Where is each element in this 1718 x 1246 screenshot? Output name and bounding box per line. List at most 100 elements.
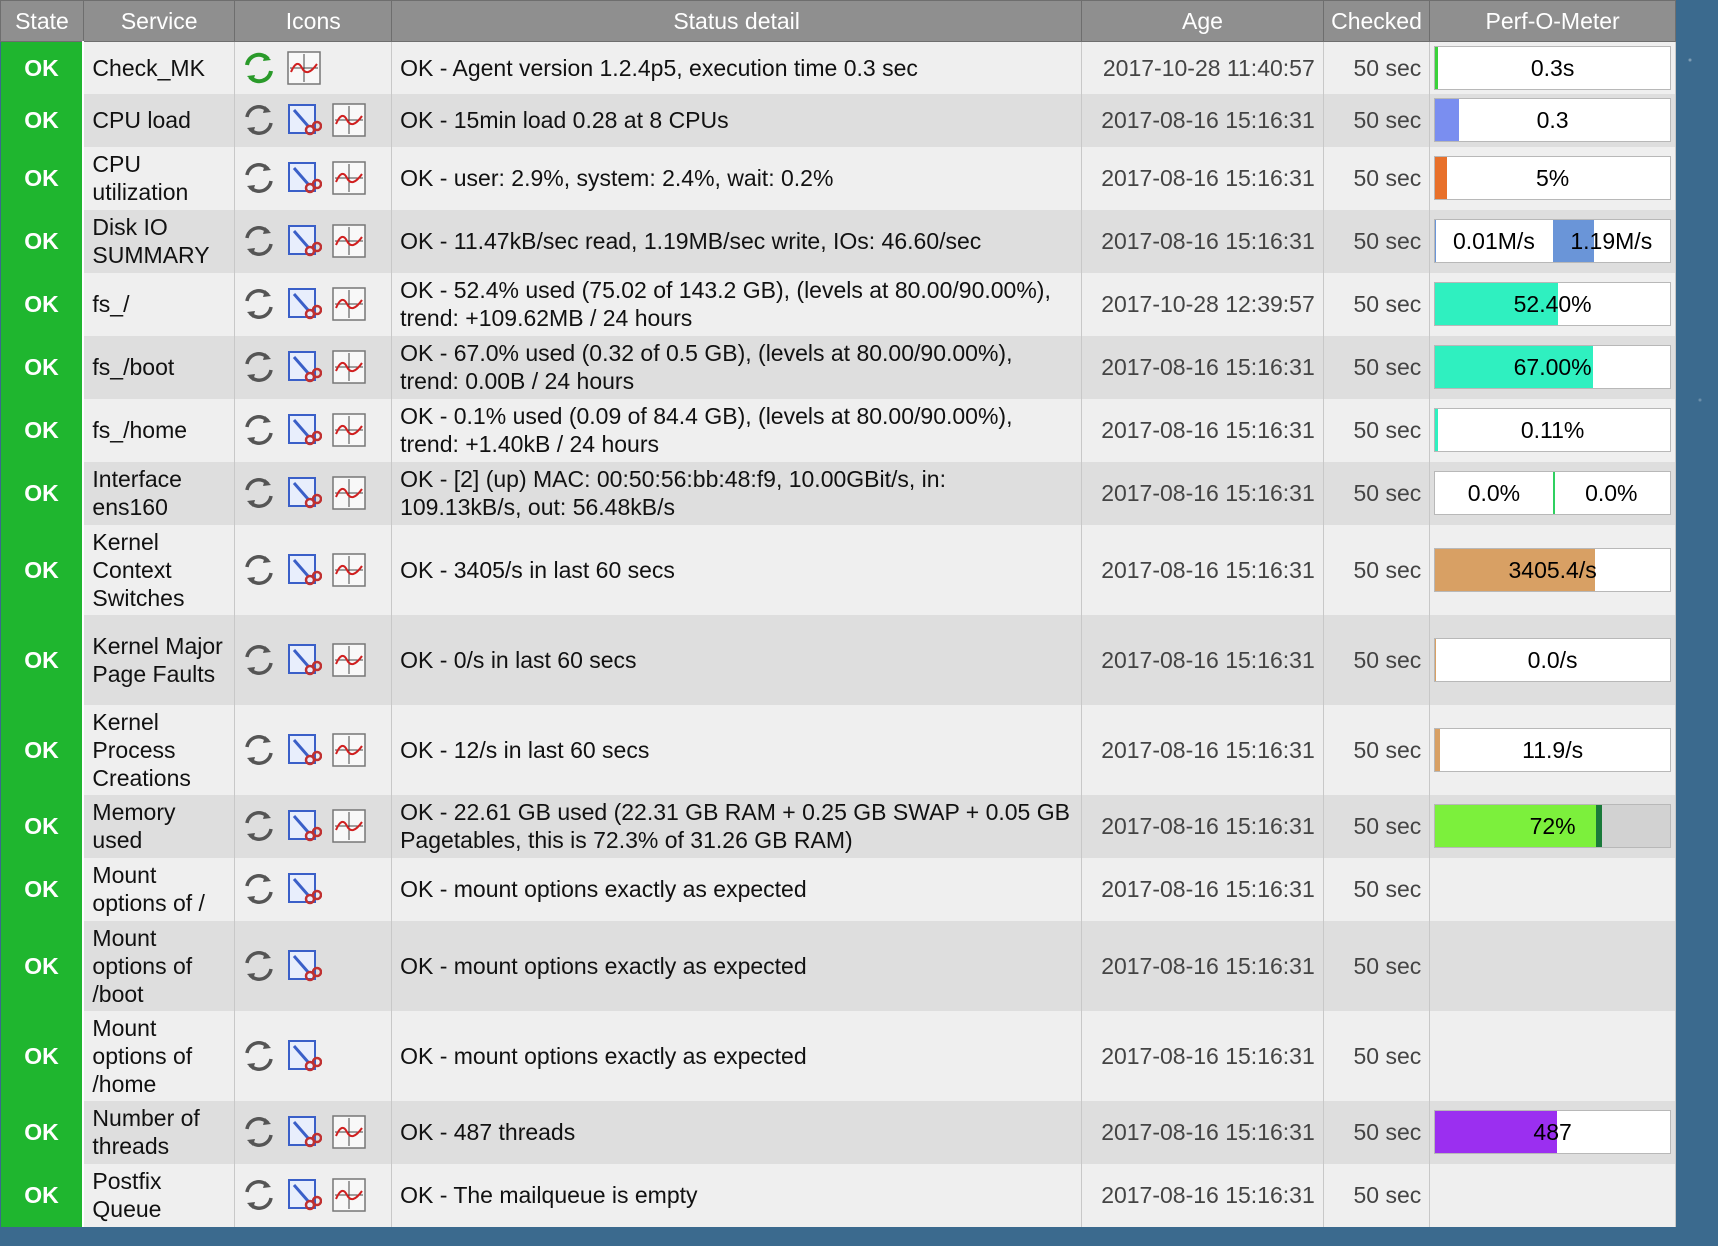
col-header-checked[interactable]: Checked bbox=[1322, 0, 1431, 42]
edit-rule-icon[interactable] bbox=[286, 286, 323, 322]
service-name-link[interactable]: Memory used bbox=[83, 794, 236, 858]
service-name-link[interactable]: Mount options of /boot bbox=[83, 920, 236, 1011]
perf-o-meter-bar[interactable]: 72% bbox=[1434, 804, 1671, 848]
perf-o-meter-bar[interactable]: 487 bbox=[1434, 1110, 1671, 1154]
service-name-link[interactable]: fs_/home bbox=[83, 398, 236, 462]
graph-icon[interactable] bbox=[331, 732, 367, 768]
reschedule-icon[interactable] bbox=[241, 102, 277, 138]
perf-o-meter-value: 0.3 bbox=[1536, 107, 1569, 133]
graph-icon[interactable] bbox=[331, 412, 367, 448]
graph-icon[interactable] bbox=[331, 808, 367, 844]
service-name-link[interactable]: Number of threads bbox=[83, 1100, 236, 1164]
perf-o-meter-value: 487 bbox=[1533, 1119, 1572, 1145]
reschedule-icon[interactable] bbox=[241, 160, 277, 196]
col-header-status-detail[interactable]: Status detail bbox=[391, 0, 1083, 42]
table-row: OK CPU utilization OK - user: 2.9%, system… bbox=[0, 146, 1676, 210]
perf-o-meter-cell: 0.11% bbox=[1429, 398, 1676, 462]
reschedule-icon[interactable] bbox=[241, 552, 277, 588]
graph-icon[interactable] bbox=[331, 160, 367, 196]
perf-o-meter-cell: 67.00% bbox=[1429, 335, 1676, 399]
reschedule-icon[interactable] bbox=[241, 412, 277, 448]
service-name-link[interactable]: Kernel Process Creations bbox=[83, 704, 236, 795]
reschedule-icon[interactable] bbox=[241, 1177, 277, 1213]
status-detail: OK - mount options exactly as expected bbox=[391, 1010, 1083, 1101]
graph-icon[interactable] bbox=[331, 642, 367, 678]
graph-icon[interactable] bbox=[331, 286, 367, 322]
service-name-link[interactable]: Mount options of / bbox=[83, 857, 236, 921]
graph-icon[interactable] bbox=[331, 552, 367, 588]
edit-rule-icon[interactable] bbox=[286, 475, 323, 511]
reschedule-icon[interactable] bbox=[241, 732, 277, 768]
graph-icon[interactable] bbox=[331, 475, 367, 511]
service-name-link[interactable]: Postfix Queue bbox=[83, 1163, 236, 1227]
service-name-link[interactable]: fs_/ bbox=[83, 272, 236, 336]
edit-rule-icon[interactable] bbox=[286, 808, 323, 844]
reschedule-icon[interactable] bbox=[241, 286, 277, 322]
service-name-link[interactable]: Interface ens160 bbox=[83, 461, 236, 525]
perf-o-meter-dual[interactable]: 0.01M/s 1.19M/s bbox=[1434, 219, 1671, 263]
edit-rule-icon[interactable] bbox=[286, 871, 323, 907]
perf-o-meter-dual[interactable]: 0.0% 0.0% bbox=[1434, 471, 1671, 515]
reschedule-icon[interactable] bbox=[241, 349, 277, 385]
service-name-link[interactable]: CPU utilization bbox=[83, 146, 236, 210]
service-name-link[interactable]: Kernel Context Switches bbox=[83, 524, 236, 615]
edit-rule-icon[interactable] bbox=[286, 1038, 323, 1074]
service-name-link[interactable]: fs_/boot bbox=[83, 335, 236, 399]
perf-o-meter-cell: 72% bbox=[1429, 794, 1676, 858]
col-header-service[interactable]: Service bbox=[82, 0, 236, 42]
edit-rule-icon[interactable] bbox=[286, 1114, 323, 1150]
service-icons bbox=[234, 857, 393, 921]
service-name-link[interactable]: Kernel Major Page Faults bbox=[83, 614, 236, 705]
edit-rule-icon[interactable] bbox=[286, 349, 323, 385]
graph-icon[interactable] bbox=[331, 349, 367, 385]
graph-icon[interactable] bbox=[331, 1114, 367, 1150]
edit-rule-icon[interactable] bbox=[286, 948, 323, 984]
reschedule-icon[interactable] bbox=[241, 223, 277, 259]
graph-icon[interactable] bbox=[331, 1177, 367, 1213]
checked-age: 50 sec bbox=[1323, 614, 1431, 705]
age-timestamp: 2017-08-16 15:16:31 bbox=[1081, 857, 1324, 921]
status-detail: OK - 15min load 0.28 at 8 CPUs bbox=[391, 93, 1083, 147]
perf-o-meter-bar[interactable]: 0.0/s bbox=[1434, 637, 1671, 682]
edit-rule-icon[interactable] bbox=[286, 160, 323, 196]
edit-rule-icon[interactable] bbox=[286, 102, 323, 138]
col-header-age[interactable]: Age bbox=[1081, 0, 1324, 42]
reschedule-icon[interactable] bbox=[241, 642, 277, 678]
reschedule-icon[interactable] bbox=[241, 50, 277, 86]
reschedule-icon[interactable] bbox=[241, 1114, 277, 1150]
reschedule-icon[interactable] bbox=[241, 871, 277, 907]
col-header-perf-o-meter[interactable]: Perf-O-Meter bbox=[1429, 0, 1676, 42]
service-name-link[interactable]: Disk IO SUMMARY bbox=[83, 209, 236, 273]
col-header-state[interactable]: State bbox=[0, 0, 84, 42]
perf-o-meter-bar[interactable]: 0.11% bbox=[1434, 408, 1671, 452]
service-name-link[interactable]: Mount options of /home bbox=[83, 1010, 236, 1101]
perf-o-meter-bar[interactable]: 11.9/s bbox=[1434, 727, 1671, 772]
reschedule-icon[interactable] bbox=[241, 808, 277, 844]
reschedule-icon[interactable] bbox=[241, 475, 277, 511]
service-name-link[interactable]: Check_MK bbox=[83, 41, 236, 94]
perf-o-meter-bar[interactable]: 0.3s bbox=[1434, 45, 1671, 90]
perf-o-meter-bar[interactable]: 5% bbox=[1434, 156, 1671, 200]
state-badge: OK bbox=[0, 794, 85, 858]
perf-o-meter-bar[interactable]: 52.40% bbox=[1434, 282, 1671, 326]
graph-icon[interactable] bbox=[331, 223, 367, 259]
edit-rule-icon[interactable] bbox=[286, 642, 323, 678]
state-badge: OK bbox=[0, 398, 85, 462]
age-timestamp: 2017-08-16 15:16:31 bbox=[1081, 704, 1324, 795]
perf-o-meter-bar[interactable]: 67.00% bbox=[1434, 345, 1671, 389]
perf-o-meter-bar[interactable]: 3405.4/s bbox=[1434, 547, 1671, 592]
reschedule-icon[interactable] bbox=[241, 1038, 277, 1074]
edit-rule-icon[interactable] bbox=[286, 1177, 323, 1213]
edit-rule-icon[interactable] bbox=[286, 223, 323, 259]
reschedule-icon[interactable] bbox=[241, 948, 277, 984]
age-timestamp: 2017-08-16 15:16:31 bbox=[1081, 1163, 1324, 1227]
service-name-link[interactable]: CPU load bbox=[83, 93, 236, 147]
edit-rule-icon[interactable] bbox=[286, 412, 323, 448]
graph-icon[interactable] bbox=[331, 102, 367, 138]
checked-age: 50 sec bbox=[1323, 146, 1431, 210]
edit-rule-icon[interactable] bbox=[286, 552, 323, 588]
graph-icon[interactable] bbox=[286, 50, 322, 86]
state-badge: OK bbox=[0, 41, 85, 94]
edit-rule-icon[interactable] bbox=[286, 732, 323, 768]
perf-o-meter-bar[interactable]: 0.3 bbox=[1434, 98, 1671, 142]
